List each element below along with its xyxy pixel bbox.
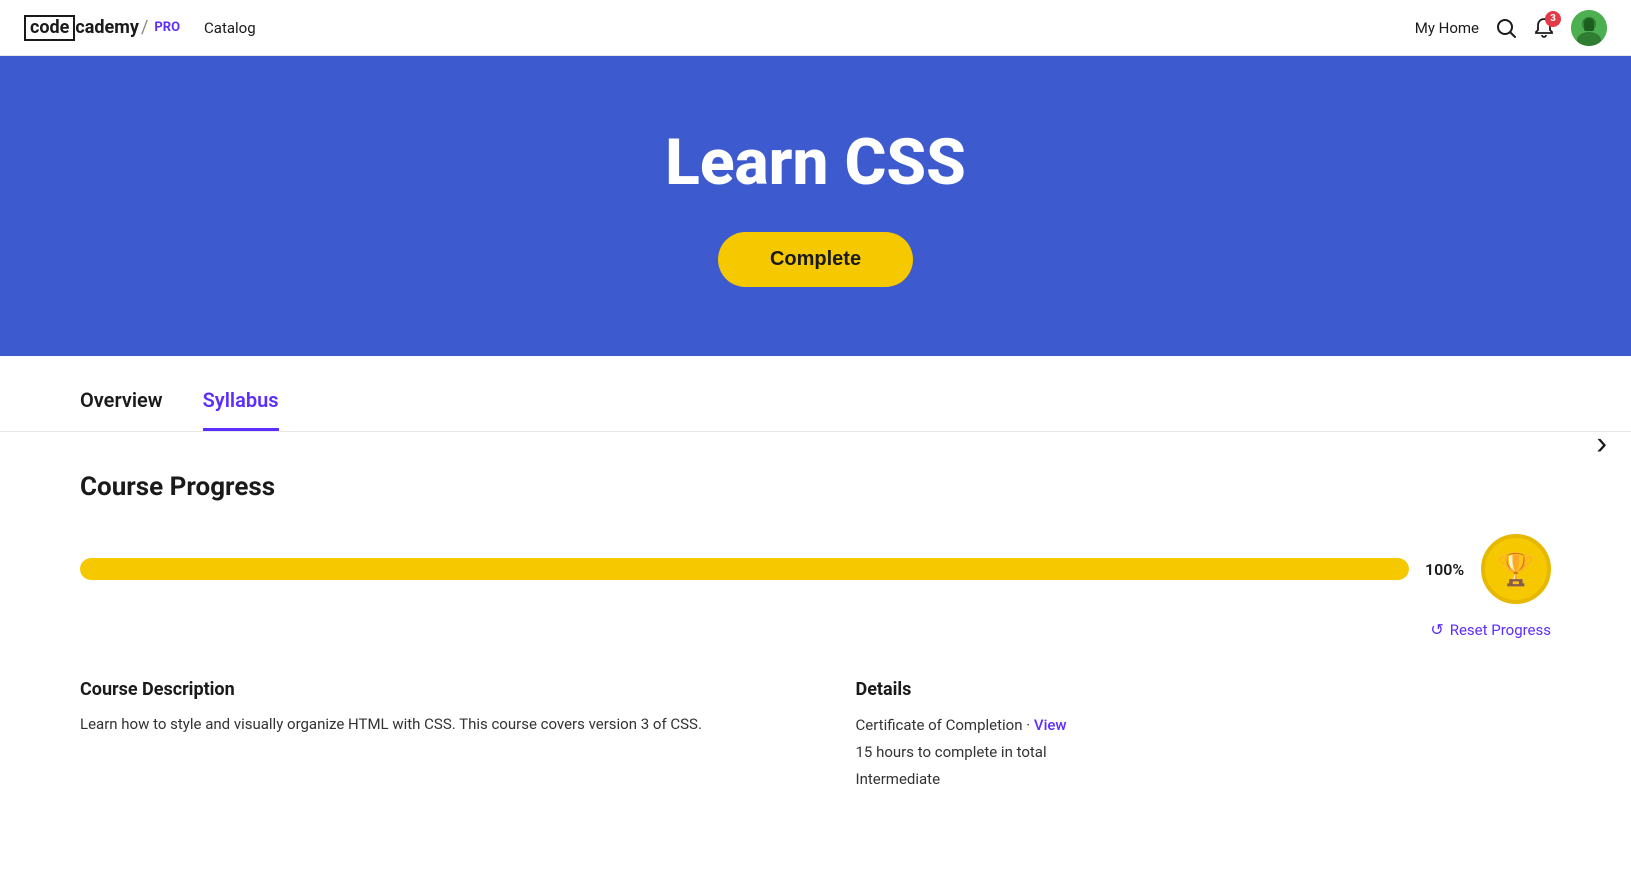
chevron-right-icon: › (1596, 425, 1607, 461)
avatar-svg (1571, 10, 1607, 46)
search-button[interactable] (1495, 17, 1517, 39)
avatar[interactable] (1571, 10, 1607, 46)
main-content: Course Progress 100% 🏆 ↺ Reset Progress … (0, 432, 1631, 833)
notification-badge: 3 (1545, 11, 1561, 27)
tabs-section: Overview Syllabus (0, 356, 1631, 432)
avatar-image (1571, 10, 1607, 46)
course-description-label: Course Description (80, 679, 776, 700)
my-home-link[interactable]: My Home (1415, 19, 1479, 37)
tab-overview[interactable]: Overview (80, 388, 163, 431)
logo-code-text: code (30, 17, 69, 38)
notification-button[interactable]: 3 (1533, 17, 1555, 39)
search-icon (1495, 17, 1517, 39)
progress-bar-track (80, 558, 1409, 580)
logo[interactable]: code cademy / PRO (24, 15, 180, 41)
details-label: Details (856, 679, 1552, 700)
navbar-right: My Home 3 (1415, 10, 1607, 46)
logo-pro-text: PRO (154, 20, 180, 35)
progress-bar-container: 100% 🏆 (80, 534, 1551, 604)
reset-icon: ↺ (1430, 620, 1443, 639)
logo-code: code (24, 15, 75, 41)
logo-academy-text: cademy (75, 17, 139, 38)
certificate-row: Certificate of Completion · View (856, 712, 1552, 739)
hero-banner: Learn CSS Complete (0, 56, 1631, 356)
chevron-right-button[interactable]: › (1596, 425, 1607, 462)
logo-slash: / (141, 17, 148, 38)
certificate-text: Certificate of Completion (856, 716, 1023, 734)
hero-title: Learn CSS (665, 125, 966, 200)
reset-label: Reset Progress (1450, 621, 1551, 639)
certificate-separator: · (1026, 716, 1034, 734)
complete-button[interactable]: Complete (718, 232, 913, 287)
course-description-block: Course Description Learn how to style an… (80, 679, 776, 793)
reset-progress-button[interactable]: ↺ Reset Progress (80, 620, 1551, 639)
navbar-left: code cademy / PRO Catalog (24, 15, 256, 41)
course-description-text: Learn how to style and visually organize… (80, 712, 776, 736)
hours-row: 15 hours to complete in total (856, 739, 1552, 766)
certificate-link[interactable]: View (1034, 716, 1067, 734)
tab-syllabus[interactable]: Syllabus (203, 388, 279, 431)
progress-section: Course Progress 100% 🏆 ↺ Reset Progress (80, 472, 1551, 639)
progress-percentage: 100% (1425, 560, 1465, 579)
catalog-link[interactable]: Catalog (204, 19, 256, 37)
navbar: code cademy / PRO Catalog My Home 3 (0, 0, 1631, 56)
trophy-icon-container: 🏆 (1481, 534, 1551, 604)
level-row: Intermediate (856, 766, 1552, 793)
trophy-icon: 🏆 (1496, 550, 1536, 588)
details-block: Details Certificate of Completion · View… (856, 679, 1552, 793)
progress-bar-fill (80, 558, 1409, 580)
course-progress-title: Course Progress (80, 472, 1551, 502)
course-info-section: Course Description Learn how to style an… (80, 679, 1551, 793)
